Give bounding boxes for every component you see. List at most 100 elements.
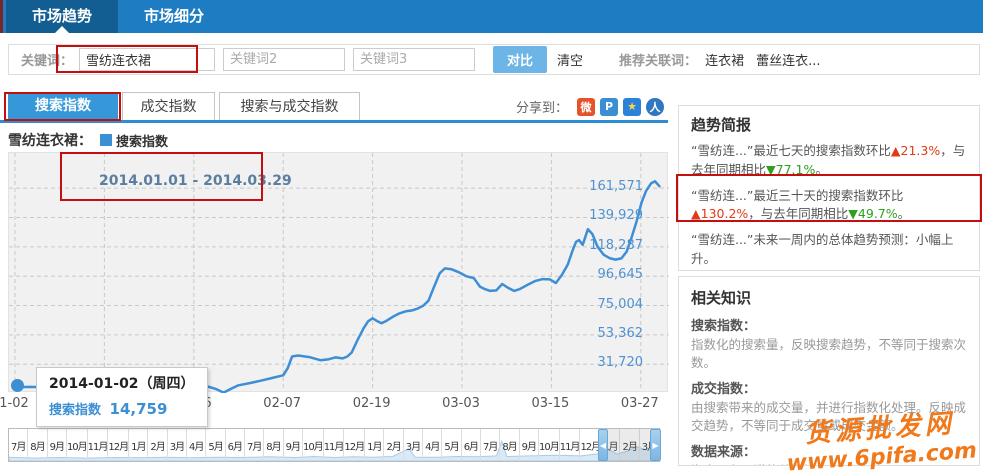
slider-month-label: 7月 xyxy=(9,429,28,461)
keyword1-input[interactable] xyxy=(79,48,215,71)
date-range-slider[interactable]: 7月8月9月10月11月12月1月2月3月4月5月6月7月8月9月10月11月1… xyxy=(8,428,660,462)
knowledge-desc-deal-index: 由搜索带来的成交量，并进行指数化处理。反映成交趋势，不等同于成交量或成交金额。 xyxy=(691,399,967,434)
knowledge-term-data-source: 数据来源： xyxy=(691,441,967,460)
search-index-chart: 2014.01.01 - 2014.03.29 161,571 139,929 11… xyxy=(8,152,668,414)
x-axis-label: 03-03 xyxy=(439,396,483,411)
slider-month-label: 11月 xyxy=(324,429,345,461)
keyword3-input[interactable] xyxy=(353,48,475,71)
slider-month-label: 12月 xyxy=(344,429,365,461)
knowledge-desc-search-index: 指数化的搜索量，反映搜索趋势，不等同于搜索次数。 xyxy=(691,336,967,371)
data-point-marker[interactable] xyxy=(11,379,24,392)
pengyou-icon[interactable]: P xyxy=(600,98,618,116)
page-edge-strip xyxy=(0,0,3,33)
x-axis-label: 02-07 xyxy=(260,396,304,411)
slider-month-label: 10月 xyxy=(67,429,88,461)
chart-date-range: 2014.01.01 - 2014.03.29 xyxy=(99,173,292,189)
chart-tooltip: 2014-01-02（周四） 搜索指数 14,759 xyxy=(36,367,208,427)
legend-swatch xyxy=(100,134,112,146)
trend-paragraph-forecast: “雪纺连...”未来一周内的总体趋势预测：小幅上升。 xyxy=(691,231,967,269)
nav-tab-label: 市场细分 xyxy=(144,7,204,25)
slider-month-label: 2月 xyxy=(384,429,403,461)
tooltip-date: 2014-01-02（周四） xyxy=(49,373,195,393)
compare-button[interactable]: 对比 xyxy=(493,46,547,73)
keyword2-input[interactable] xyxy=(223,48,345,71)
slider-left-handle[interactable]: ◀ xyxy=(598,429,608,461)
slider-month-label: 6月 xyxy=(226,429,245,461)
slider-month-label: 7月 xyxy=(481,429,500,461)
tab-search-index[interactable]: 搜索指数 xyxy=(8,92,118,121)
y-axis-label: 139,929 xyxy=(573,208,643,223)
slider-month-label: 7月 xyxy=(245,429,264,461)
tab-search-and-deal-index[interactable]: 搜索与成交指数 xyxy=(219,92,360,121)
slider-month-label: 5月 xyxy=(206,429,225,461)
slider-month-label: 2月 xyxy=(148,429,167,461)
chart-legend: 雪纺连衣裙： 搜索指数 xyxy=(8,130,168,150)
slider-month-label: 11月 xyxy=(560,429,581,461)
y-axis-label: 31,720 xyxy=(573,355,643,370)
x-axis-label: 1-02 xyxy=(0,396,36,411)
slider-month-labels: 7月8月9月10月11月12月1月2月3月4月5月6月7月8月9月10月11月1… xyxy=(9,429,659,461)
y-axis-label: 53,362 xyxy=(573,326,643,341)
slider-month-label: 9月 xyxy=(48,429,67,461)
taobao-index-page: 市场趋势 市场细分 关键词： 对比 清空 推荐关联词： 连衣裙 蕾丝连衣... … xyxy=(0,0,983,473)
chart-plot-area[interactable]: 2014.01.01 - 2014.03.29 161,571 139,929 11… xyxy=(8,152,668,392)
tab-deal-index[interactable]: 成交指数 xyxy=(122,92,215,121)
slider-month-label: 9月 xyxy=(284,429,303,461)
slider-month-label: 4月 xyxy=(187,429,206,461)
x-axis-label: 03-27 xyxy=(618,396,662,411)
share-label: 分享到： xyxy=(516,97,568,116)
keyword-label: 关键词： xyxy=(21,50,73,69)
slider-month-label: 10月 xyxy=(303,429,324,461)
y-axis-label: 75,004 xyxy=(573,297,643,312)
suggestion-link-lace-dress[interactable]: 蕾丝连衣... xyxy=(756,50,820,69)
qzone-icon[interactable]: ★ xyxy=(623,98,641,116)
right-arrow-icon: ▶ xyxy=(652,441,658,450)
clear-link[interactable]: 清空 xyxy=(557,50,583,69)
nav-tab-market-trends[interactable]: 市场趋势 xyxy=(6,0,118,33)
keyword-bar: 关键词： 对比 清空 推荐关联词： 连衣裙 蕾丝连衣... xyxy=(8,44,980,75)
sina-weibo-icon[interactable]: 微 xyxy=(577,98,595,116)
slider-month-label: 1月 xyxy=(365,429,384,461)
knowledge-desc-data-source: 淘宝网和天猫的总数据。 xyxy=(691,462,967,466)
trend-brief-title: 趋势简报 xyxy=(691,114,967,135)
slider-month-label: 3月 xyxy=(168,429,187,461)
left-arrow-icon: ◀ xyxy=(600,441,606,450)
slider-selected-range[interactable] xyxy=(608,429,650,461)
slider-month-label: 6月 xyxy=(462,429,481,461)
nav-tab-market-segments[interactable]: 市场细分 xyxy=(118,0,230,33)
slider-month-label: 3月 xyxy=(404,429,423,461)
share-row: 分享到： 微P ★ 人 xyxy=(380,97,664,116)
slider-month-label: 8月 xyxy=(28,429,47,461)
related-knowledge-panel: 相关知识 搜索指数： 指数化的搜索量，反映搜索趋势，不等同于搜索次数。 成交指数… xyxy=(678,276,980,466)
x-axis-label: 02-19 xyxy=(350,396,394,411)
suggestion-link-dress[interactable]: 连衣裙 xyxy=(705,50,744,69)
slider-month-label: 11月 xyxy=(88,429,109,461)
tabs-underline xyxy=(0,120,668,123)
slider-month-label: 8月 xyxy=(264,429,283,461)
trend-paragraph-30day: “雪纺连...”最近三十天的搜索指数环比▲130.2%，与去年同期相比▼49.7… xyxy=(691,187,967,225)
slider-month-label: 10月 xyxy=(539,429,560,461)
tooltip-value: 14,759 xyxy=(110,400,168,418)
trend-brief-panel: 趋势简报 “雪纺连...”最近七天的搜索指数环比▲21.3%，与去年同期相比▼7… xyxy=(678,105,980,271)
suggest-label: 推荐关联词： xyxy=(619,50,697,69)
y-axis-label: 118,287 xyxy=(573,238,643,253)
y-axis-label: 96,645 xyxy=(573,267,643,282)
slider-month-label: 4月 xyxy=(423,429,442,461)
trend-paragraph-7day: “雪纺连...”最近七天的搜索指数环比▲21.3%，与去年同期相比▼77.1%。 xyxy=(691,142,967,180)
top-nav-bar: 市场趋势 市场细分 xyxy=(0,0,983,33)
tooltip-value-row: 搜索指数 14,759 xyxy=(49,399,195,418)
knowledge-term-search-index: 搜索指数： xyxy=(691,315,967,334)
legend-series-label: 搜索指数 xyxy=(116,131,168,150)
y-axis-label: 161,571 xyxy=(573,179,643,194)
slider-month-label: 8月 xyxy=(500,429,519,461)
slider-right-handle[interactable]: ▶ xyxy=(650,429,661,461)
slider-month-label: 1月 xyxy=(129,429,148,461)
slider-month-label: 12月 xyxy=(108,429,129,461)
x-axis-label: 03-15 xyxy=(528,396,572,411)
legend-keyword: 雪纺连衣裙： xyxy=(8,130,92,150)
active-tab-caret xyxy=(55,26,69,33)
tooltip-series-label: 搜索指数 xyxy=(49,403,101,418)
nav-tab-label: 市场趋势 xyxy=(32,7,92,25)
renren-icon[interactable]: 人 xyxy=(646,98,664,116)
trend-line-svg xyxy=(9,153,669,393)
